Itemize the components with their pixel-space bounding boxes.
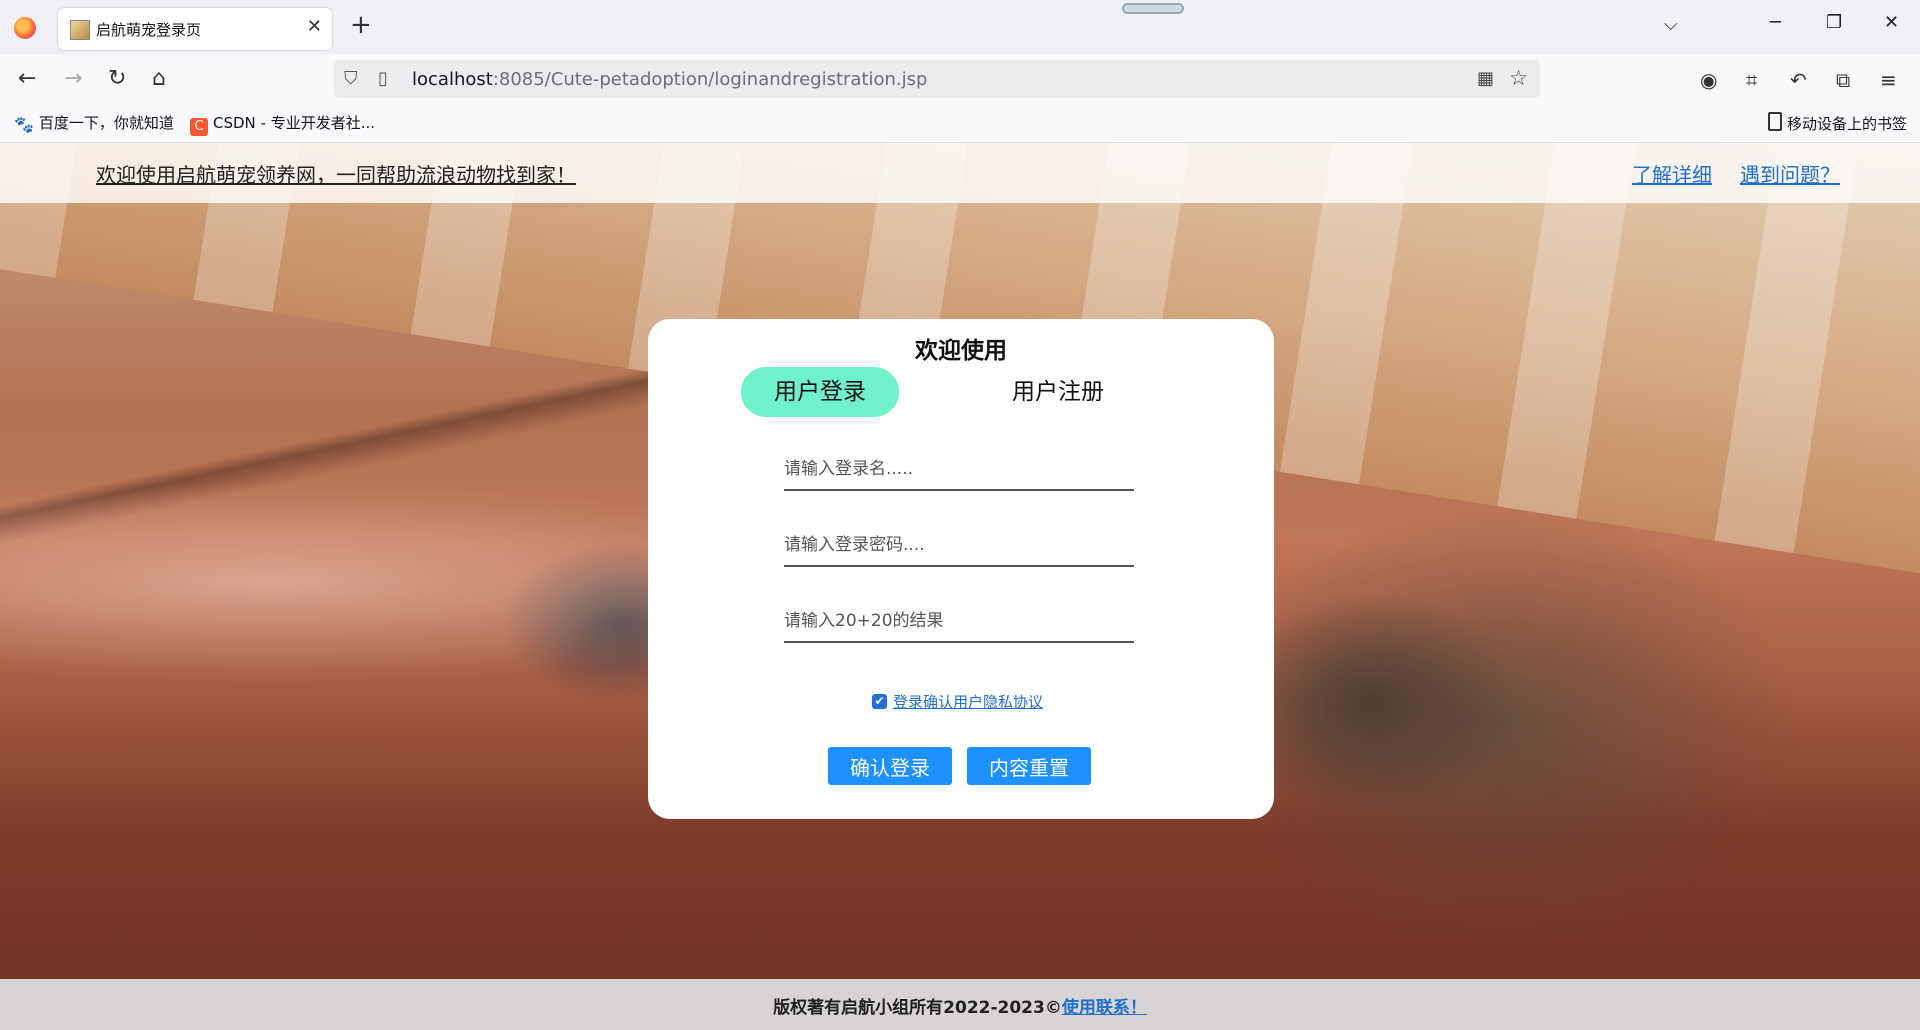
- bookmark-star-icon[interactable]: ☆: [1509, 66, 1528, 90]
- shield-icon[interactable]: ⛉: [344, 68, 358, 89]
- welcome-link[interactable]: 欢迎使用启航萌宠领养网，一同帮助流浪动物找到家！: [96, 159, 576, 188]
- close-window-icon[interactable]: ✕: [1884, 12, 1899, 33]
- window-drag-handle[interactable]: [1122, 3, 1184, 14]
- qr-code-icon[interactable]: ▦: [1477, 68, 1494, 89]
- password-input[interactable]: [784, 525, 1134, 567]
- site-header: 欢迎使用启航萌宠领养网，一同帮助流浪动物找到家！ 了解详细 遇到问题？: [0, 143, 1920, 203]
- bookmark-baidu[interactable]: 🐾 百度一下，你就知道: [14, 112, 174, 134]
- minimize-icon[interactable]: ─: [1770, 12, 1781, 33]
- mobile-bookmarks-label: 移动设备上的书签: [1787, 115, 1908, 133]
- privacy-agreement-link[interactable]: 登录确认用户隐私协议: [893, 693, 1043, 711]
- tab-favicon-icon: [70, 20, 90, 40]
- page-info-icon[interactable]: ▯: [378, 68, 388, 89]
- browser-tab[interactable]: 启航萌宠登录页 ✕: [58, 8, 332, 50]
- agreement-row: ✔ 登录确认用户隐私协议: [872, 691, 1043, 712]
- firefox-logo-icon[interactable]: [14, 17, 36, 39]
- login-page: 欢迎使用启航萌宠领养网，一同帮助流浪动物找到家！ 了解详细 遇到问题？ 欢迎使用…: [0, 143, 1920, 1030]
- confirm-login-button[interactable]: 确认登录: [828, 747, 952, 785]
- username-input[interactable]: [784, 449, 1134, 491]
- reset-button[interactable]: 内容重置: [967, 747, 1091, 785]
- copyright-text: 版权著有启航小组所有2022-2023©: [773, 998, 1062, 1018]
- url-bar[interactable]: ⛉ ▯ localhost:8085/Cute-petadoption/logi…: [334, 60, 1540, 98]
- new-tab-icon[interactable]: +: [350, 10, 372, 40]
- mobile-device-icon: [1768, 112, 1782, 131]
- bookmark-csdn[interactable]: C CSDN - 专业开发者社...: [190, 112, 375, 136]
- login-card: 欢迎使用 用户登录 用户注册 ✔ 登录确认用户隐私协议 确认登录 内容重置: [648, 319, 1274, 819]
- captcha-input[interactable]: [784, 601, 1134, 643]
- tab-title: 启航萌宠登录页: [96, 21, 202, 39]
- tab-user-register[interactable]: 用户注册: [988, 367, 1128, 417]
- baidu-paw-icon: 🐾: [14, 115, 34, 134]
- extensions-icon[interactable]: ⧉: [1836, 68, 1850, 92]
- url-text[interactable]: localhost:8085/Cute-petadoption/loginand…: [412, 69, 927, 90]
- mobile-bookmarks[interactable]: 移动设备上的书签: [1768, 112, 1907, 134]
- menu-icon[interactable]: ≡: [1880, 68, 1897, 92]
- browser-tabstrip: 启航萌宠登录页 ✕ + ⌵ ─ ❐ ✕: [0, 0, 1920, 54]
- card-title: 欢迎使用: [915, 338, 1007, 364]
- tab-list-chevron-icon[interactable]: ⌵: [1664, 14, 1678, 35]
- contact-link[interactable]: 使用联系！: [1062, 998, 1147, 1018]
- site-footer: 版权著有启航小组所有2022-2023©使用联系！: [0, 979, 1920, 1030]
- undo-icon[interactable]: ↶: [1790, 68, 1807, 92]
- url-path: :8085/Cute-petadoption/loginandregistrat…: [492, 69, 928, 90]
- screenshot-crop-icon[interactable]: ⌗: [1746, 68, 1757, 92]
- help-link[interactable]: 遇到问题？: [1740, 159, 1840, 188]
- forward-icon[interactable]: →: [64, 66, 82, 91]
- bookmark-baidu-label: 百度一下，你就知道: [38, 114, 174, 132]
- url-host: localhost: [412, 69, 493, 90]
- tab-close-icon[interactable]: ✕: [307, 16, 322, 37]
- csdn-icon: C: [190, 118, 208, 136]
- learn-more-link[interactable]: 了解详细: [1632, 159, 1712, 188]
- reload-icon[interactable]: ↻: [108, 66, 126, 91]
- bookmarks-bar: 🐾 百度一下，你就知道 C CSDN - 专业开发者社... 移动设备上的书签: [0, 104, 1920, 143]
- restore-icon[interactable]: ❐: [1826, 12, 1842, 33]
- back-icon[interactable]: ←: [18, 66, 36, 91]
- account-icon[interactable]: ◉: [1700, 68, 1717, 92]
- tab-user-login[interactable]: 用户登录: [741, 367, 899, 417]
- bookmark-csdn-label: CSDN - 专业开发者社...: [213, 114, 376, 132]
- agreement-checkbox[interactable]: ✔: [872, 694, 887, 709]
- home-icon[interactable]: ⌂: [152, 66, 166, 91]
- footer-text: 版权著有启航小组所有2022-2023©使用联系！: [0, 993, 1920, 1018]
